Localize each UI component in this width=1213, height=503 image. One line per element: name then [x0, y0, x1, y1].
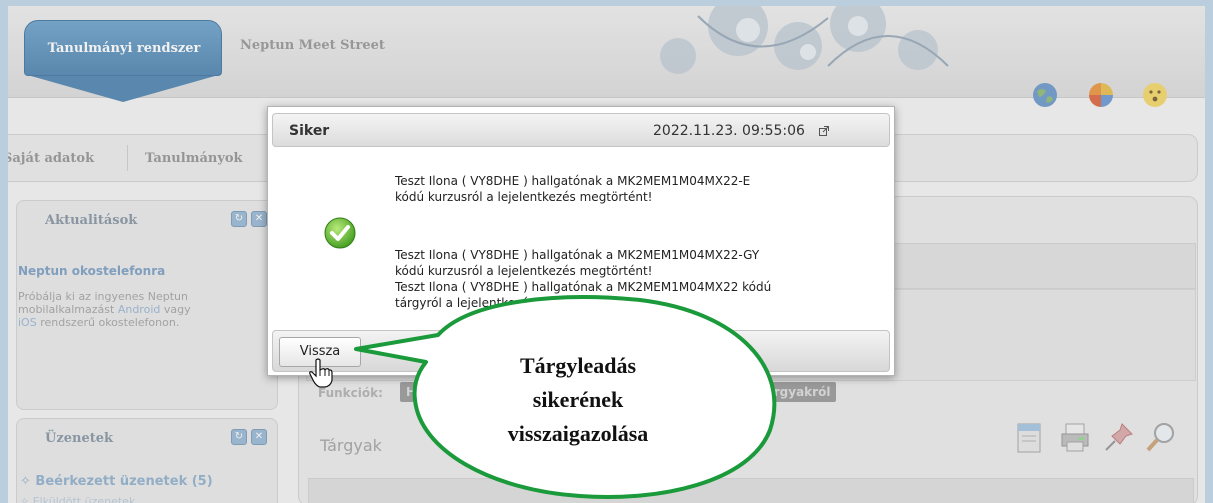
success-dialog: Siker 2022.11.23. 09:55:06 Teszt Ilona (…	[267, 106, 895, 376]
dialog-message-1: Teszt Ilona ( VY8DHE ) hallgatónak a MK2…	[395, 173, 885, 205]
dialog-timestamp: 2022.11.23. 09:55:06	[653, 123, 805, 139]
message-line: kódú kurzusról a lejelentkezés megtörtén…	[395, 190, 653, 204]
dialog-message-3: Teszt Ilona ( VY8DHE ) hallgatónak a MK2…	[395, 279, 885, 311]
success-check-icon	[324, 217, 356, 249]
dialog-title: Siker	[289, 123, 330, 139]
callout-line: sikerének	[532, 387, 624, 412]
callout-line: visszaigazolása	[507, 421, 649, 446]
message-line: Teszt Ilona ( VY8DHE ) hallgatónak a MK2…	[395, 248, 760, 262]
dialog-title-bar[interactable]: Siker 2022.11.23. 09:55:06	[272, 113, 890, 147]
message-line: Teszt Ilona ( VY8DHE ) hallgatónak a MK2…	[395, 174, 751, 188]
callout-line: Tárgyleadás	[519, 353, 637, 378]
message-line: Teszt Ilona ( VY8DHE ) hallgatónak a MK2…	[395, 280, 772, 294]
hand-cursor-icon	[309, 358, 333, 388]
message-line: kódú kurzusról a lejelentkezés megtörtén…	[395, 264, 653, 278]
message-line: tárgyról a lejelentkezés megtörtént!	[395, 296, 612, 310]
popout-icon[interactable]	[819, 126, 829, 136]
callout-text: Tárgyleadás sikerének visszaigazolása	[428, 349, 728, 451]
dialog-message-2: Teszt Ilona ( VY8DHE ) hallgatónak a MK2…	[395, 247, 885, 279]
